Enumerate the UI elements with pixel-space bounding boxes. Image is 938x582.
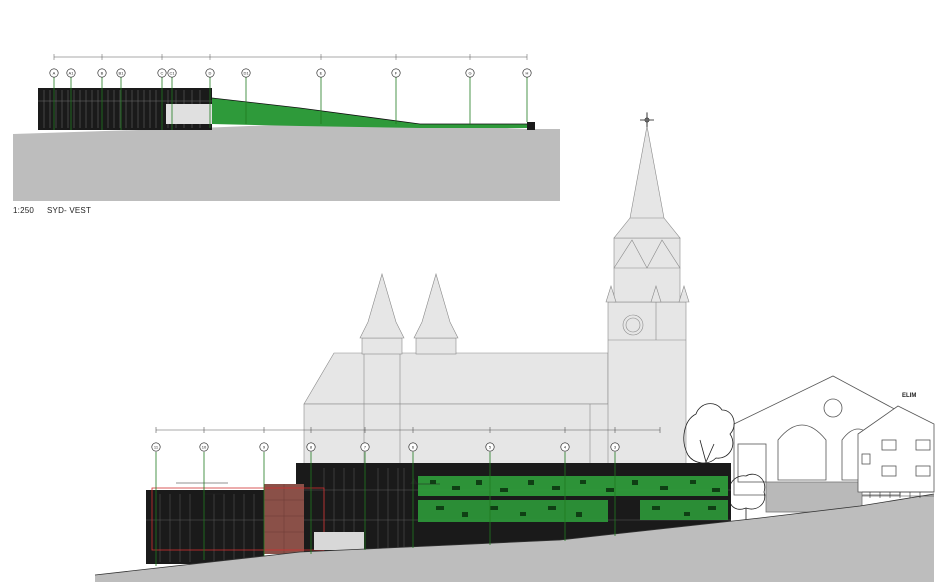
church-tower: [607, 301, 687, 465]
neighbor-label: ELIM: [902, 393, 916, 399]
svg-text:G: G: [468, 71, 471, 76]
grid-bubble: H: [522, 68, 532, 78]
church-nave-roof: [303, 352, 609, 405]
svg-text:A: A: [53, 71, 56, 76]
top-dimension-chain: [53, 54, 528, 60]
grid-bubble: C: [157, 68, 167, 78]
entrance-opening: [314, 532, 364, 550]
svg-text:E: E: [320, 71, 323, 76]
elevation-drawing: A A1 B B1 C C1 D D1 E F G H ELIM 11 10 9…: [13, 54, 935, 582]
weathervane-icon: [640, 113, 654, 127]
church-tower-spire: [613, 125, 681, 239]
top-ground: [13, 124, 560, 201]
grid-bubble: C1: [167, 68, 177, 78]
grid-bubble: B: [97, 68, 107, 78]
grid-bubble: 10: [199, 442, 209, 452]
church-turret-right: [415, 337, 457, 355]
svg-text:D1: D1: [243, 71, 249, 76]
drawing-scale: 1:250: [13, 206, 35, 215]
house-window: [881, 439, 897, 451]
top-green-roof: [212, 98, 527, 128]
grid-bubble: G: [465, 68, 475, 78]
grid-bubble: 9: [259, 442, 269, 452]
grid-bubble: 3: [610, 442, 620, 452]
top-grid-bubbles: A A1 B B1 C C1 D D1 E F G H: [49, 68, 532, 78]
svg-text:10: 10: [202, 445, 207, 450]
church-nave: [303, 403, 611, 465]
grid-bubble: 7: [360, 442, 370, 452]
church-turret-left: [361, 337, 403, 355]
top-building-opening: [166, 104, 212, 124]
grid-bubble: E: [316, 68, 326, 78]
grid-bubble: 8: [306, 442, 316, 452]
house-window: [861, 453, 871, 465]
svg-text:A1: A1: [69, 71, 75, 76]
chapel-round-window: [823, 398, 843, 418]
svg-text:C: C: [161, 71, 164, 76]
grid-bubble: F: [391, 68, 401, 78]
top-end-block: [527, 122, 535, 130]
grid-bubble: A1: [66, 68, 76, 78]
church-tower-belfry: [613, 237, 681, 303]
grid-bubble: 11: [151, 442, 161, 452]
chapel-door: [737, 443, 767, 483]
grid-bubble: D: [205, 68, 215, 78]
grid-bubble: B1: [116, 68, 126, 78]
svg-text:B1: B1: [119, 71, 125, 76]
church-spire-left: [359, 272, 405, 339]
grid-bubble: 6: [408, 442, 418, 452]
grid-bubble: 4: [560, 442, 570, 452]
top-elevation: A A1 B B1 C C1 D D1 E F G H: [13, 54, 560, 201]
bottom-facade-low: [146, 490, 264, 564]
grid-bubble: A: [49, 68, 59, 78]
svg-text:H: H: [526, 71, 529, 76]
chapel-arched-window: [777, 424, 827, 481]
svg-text:C1: C1: [169, 71, 175, 76]
church-pinnacle-right: [678, 284, 690, 303]
house-window: [915, 465, 931, 477]
church-spire-right: [413, 272, 459, 339]
grid-bubble: D1: [241, 68, 251, 78]
grid-bubble: 5: [485, 442, 495, 452]
svg-text:B: B: [101, 71, 104, 76]
house-window: [915, 439, 931, 451]
house-window: [881, 465, 897, 477]
svg-text:D: D: [209, 71, 212, 76]
view-title: SYD- VEST: [47, 206, 92, 215]
